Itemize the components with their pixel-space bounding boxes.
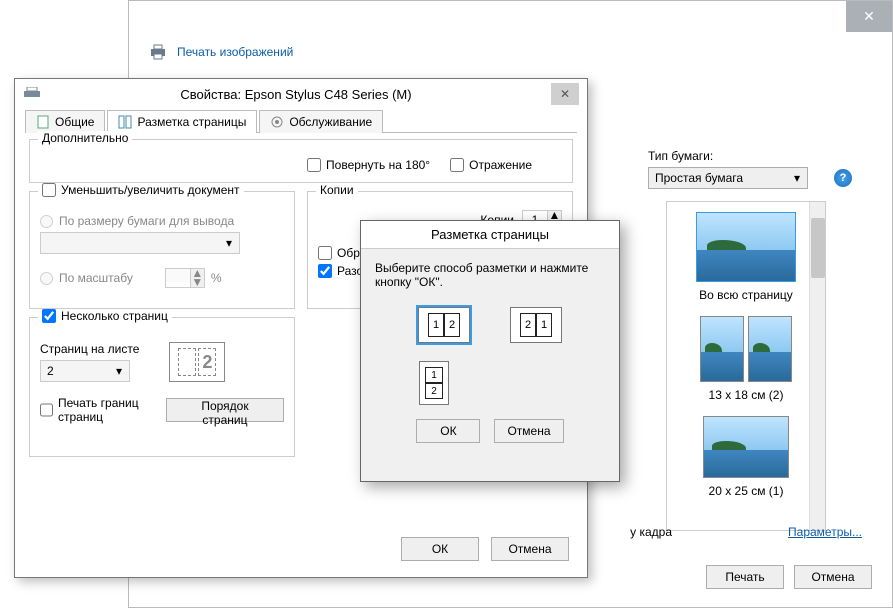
props-titlebar: Свойства: Epson Stylus C48 Series (M) ✕ [15,79,587,109]
group-additional: Дополнительно Повернуть на 180° Отражени… [29,139,573,183]
help-icon[interactable]: ? [834,169,852,187]
scale-spinner: ▲▼ [165,268,205,288]
multipage-preview: 2 [169,342,225,382]
close-button[interactable]: ✕ [551,83,579,105]
layout-label: Во всю страницу [671,288,821,302]
page-cell: 2 [444,313,460,337]
layout-label: 13 x 18 см (2) [671,388,821,402]
page-cell: 1 [536,313,552,337]
checkbox-label: Повернуть на 180° [326,158,430,172]
print-button[interactable]: Печать [706,565,784,589]
layout-option-full-page[interactable]: Во всю страницу [667,202,825,306]
checkbox-label: Уменьшить/увеличить документ [61,183,240,197]
modal-hint: Выберите способ разметки и нажмите кнопк… [375,261,605,289]
checkbox-label: Печать границ страниц [58,396,146,424]
group-resize: Уменьшить/увеличить документ По размеру … [29,191,295,309]
tab-maintenance[interactable]: Обслуживание [259,110,383,133]
parameters-link[interactable]: Параметры... [788,525,862,539]
outer-header: Печать изображений [129,32,892,72]
chevron-down-icon: ▾ [789,171,805,185]
multipage-checkbox[interactable]: Несколько страниц [38,309,172,323]
ok-button[interactable]: ОК [401,537,479,561]
modal-body: Выберите способ разметки и нажмите кнопк… [361,249,619,455]
props-title: Свойства: Epson Stylus C48 Series (M) [41,87,551,102]
tab-label: Разметка страницы [137,115,246,129]
pages-per-sheet-label: Страниц на листе [40,342,139,356]
cancel-button[interactable]: Отмена [794,565,872,589]
chevron-down-icon: ▾ [111,364,127,378]
layout-icon [118,115,132,129]
scrollbar-thumb[interactable] [811,218,825,278]
props-footer: ОК Отмена [401,537,569,561]
layout-choice-12[interactable]: 12 [418,307,470,343]
page-cell: 1 [425,367,443,383]
tabs: Общие Разметка страницы Обслуживание [25,109,577,133]
outer-footer-buttons: Печать Отмена [706,565,872,589]
modal-footer: ОК Отмена [375,419,605,443]
checkbox-label: Несколько страниц [61,309,168,323]
rotate-180-checkbox[interactable]: Повернуть на 180° [307,158,430,172]
ok-button[interactable]: ОК [416,419,480,443]
combo-value: 2 [47,364,54,378]
page-order-button[interactable]: Порядок страниц [166,398,284,422]
page-cell: 2 [520,313,536,337]
modal-title: Разметка страницы [361,221,619,249]
page-cell: 2 [425,383,443,399]
layout-thumbnail [671,316,821,382]
layout-choice-21[interactable]: 21 [510,307,562,343]
checkbox-label: Отражение [469,158,532,172]
pages-per-sheet-combo[interactable]: 2 ▾ [40,360,130,382]
close-button[interactable]: ✕ [846,1,892,32]
printer-icon [23,87,41,101]
radio-label: По масштабу [59,271,133,285]
layout-option-13x18[interactable]: 13 x 18 см (2) [667,306,825,406]
layout-options-list: Во всю страницу 13 x 18 см (2) 20 x 25 с… [666,201,826,531]
group-title: Копии [316,183,358,197]
framing-text: у кадра [630,525,672,539]
paper-type-value: Простая бумага [655,171,743,185]
output-size-combo: ▾ [40,232,240,254]
cancel-button[interactable]: Отмена [494,419,563,443]
layout-thumbnail [703,416,789,478]
group-multipage: Несколько страниц Страниц на листе 2 ▾ 2 [29,317,295,457]
layout-option-20x25[interactable]: 20 x 25 см (1) [667,406,825,502]
layout-thumbnail [696,212,796,282]
right-panel: Тип бумаги: Простая бумага ▾ ? Во всю ст… [632,141,892,561]
by-scale-radio: По масштабу ▲▼ % [40,268,284,288]
layout-choices-row: 12 21 [375,307,605,343]
outer-title: Печать изображений [177,45,293,59]
mirror-checkbox[interactable]: Отражение [450,158,532,172]
resize-checkbox[interactable]: Уменьшить/увеличить документ [38,183,244,197]
percent-label: % [211,271,222,285]
paper-type-combo[interactable]: Простая бумага ▾ [648,167,808,189]
gear-icon [270,115,284,129]
chevron-down-icon: ▾ [221,236,237,250]
outer-titlebar: ✕ [129,1,892,32]
fit-to-output-radio: По размеру бумаги для вывода [40,214,284,228]
group-title: Дополнительно [38,131,132,145]
layout-choice-vertical[interactable]: 12 [419,361,449,405]
tab-label: Обслуживание [289,115,372,129]
tab-label: Общие [55,115,94,129]
cancel-button[interactable]: Отмена [491,537,569,561]
tab-page-layout[interactable]: Разметка страницы [107,110,257,133]
scrollbar[interactable] [809,202,825,530]
layout-label: 20 x 25 см (1) [671,484,821,498]
document-icon [36,115,50,129]
tab-general[interactable]: Общие [25,110,105,133]
printer-icon [149,44,167,60]
page-layout-modal: Разметка страницы Выберите способ размет… [360,220,620,482]
print-borders-checkbox[interactable]: Печать границ страниц [40,396,146,424]
page-cell: 1 [428,313,444,337]
radio-label: По размеру бумаги для вывода [59,214,234,228]
paper-type-label: Тип бумаги: [648,149,876,163]
